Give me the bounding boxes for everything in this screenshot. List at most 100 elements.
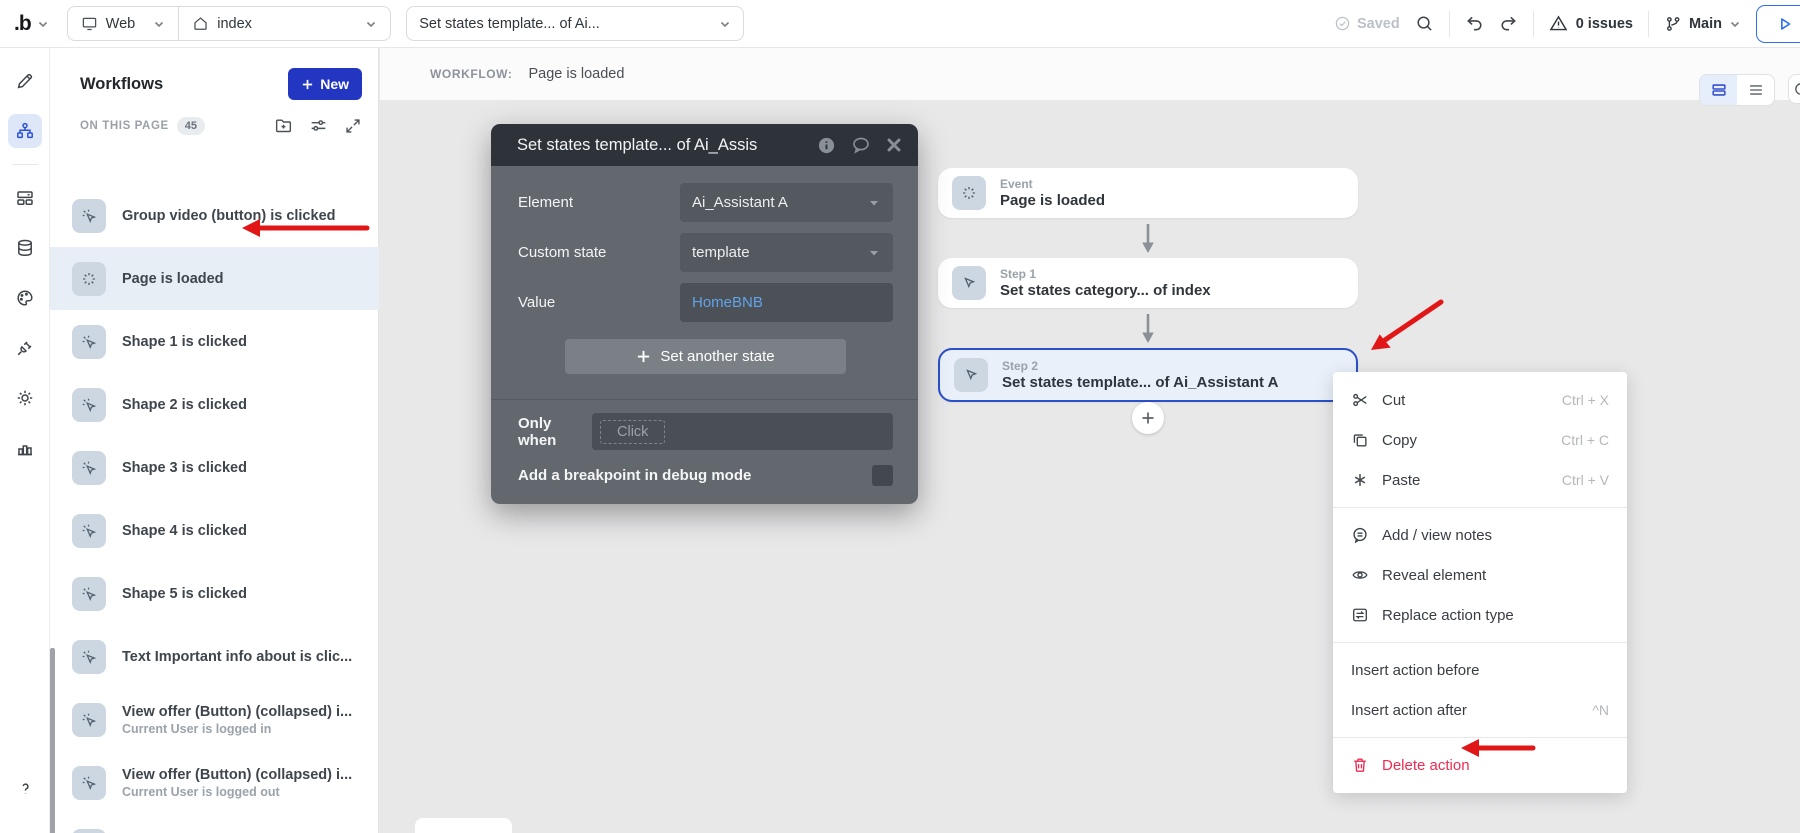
workflow-selector-label: Set states template... of Ai... bbox=[419, 16, 600, 32]
menu-item-copy[interactable]: Copy Ctrl + C bbox=[1333, 420, 1627, 460]
workflow-header-value: Page is loaded bbox=[529, 66, 625, 82]
comment-icon[interactable] bbox=[851, 135, 871, 155]
menu-item-insert-action-after[interactable]: Insert action after ^N bbox=[1333, 690, 1627, 730]
workflow-list-item-selected[interactable]: Page is loaded bbox=[50, 247, 379, 310]
workflow-selector[interactable]: Set states template... of Ai... bbox=[406, 6, 744, 41]
menu-item-reveal-element[interactable]: Reveal element bbox=[1333, 555, 1627, 595]
design-tab[interactable] bbox=[8, 64, 42, 98]
canvas-header: WORKFLOW: Page is loaded bbox=[380, 48, 1800, 100]
logs-tab[interactable] bbox=[8, 431, 42, 465]
workflow-list-item[interactable]: Shape 2 is clicked bbox=[50, 373, 379, 436]
cursor-click-icon bbox=[72, 325, 106, 359]
workflow-list-item[interactable]: View offer (Button) is clicked bbox=[50, 814, 379, 833]
step2-card-selected[interactable]: Step 2 Set states template... of Ai_Assi… bbox=[938, 348, 1358, 402]
workflow-list-item[interactable]: Shape 1 is clicked bbox=[50, 310, 379, 373]
toolbar-divider bbox=[1449, 11, 1450, 37]
menu-item-cut[interactable]: Cut Ctrl + X bbox=[1333, 380, 1627, 420]
filter-sliders-icon[interactable] bbox=[309, 116, 328, 135]
device-selector[interactable]: Web bbox=[68, 7, 179, 40]
menu-divider bbox=[1333, 737, 1627, 738]
element-dropdown-value: Ai_Assistant A bbox=[692, 194, 788, 211]
new-folder-icon[interactable] bbox=[274, 116, 293, 135]
only-when-input[interactable]: Click bbox=[592, 413, 893, 450]
workflow-header-label: WORKFLOW: bbox=[430, 67, 513, 81]
canvas-view-button[interactable] bbox=[1700, 75, 1737, 105]
only-when-placeholder-chip: Click bbox=[600, 420, 665, 444]
workflow-list-item[interactable]: Shape 4 is clicked bbox=[50, 499, 379, 562]
device-label: Web bbox=[106, 16, 136, 32]
custom-state-dropdown[interactable]: template bbox=[680, 233, 893, 272]
expand-panel-icon[interactable] bbox=[344, 117, 362, 135]
bubble-logo: .b bbox=[14, 12, 31, 36]
settings-tab[interactable] bbox=[8, 381, 42, 415]
database-icon bbox=[15, 238, 35, 258]
workflow-item-label: View offer (Button) (collapsed) i... bbox=[122, 704, 352, 720]
chevron-down-icon bbox=[867, 196, 881, 210]
page-selector[interactable]: index bbox=[178, 7, 390, 40]
shortcut-label: Ctrl + V bbox=[1562, 472, 1609, 488]
canvas-zoom-control[interactable] bbox=[415, 818, 512, 833]
left-icon-rail bbox=[0, 48, 50, 833]
value-field-label: Value bbox=[518, 294, 680, 311]
custom-state-dropdown-value: template bbox=[692, 244, 750, 261]
issues-count-label: 0 issues bbox=[1576, 16, 1633, 32]
list-view-button[interactable] bbox=[1737, 75, 1774, 105]
cursor-click-icon bbox=[72, 451, 106, 485]
set-another-state-button[interactable]: Set another state bbox=[565, 339, 846, 374]
new-workflow-button[interactable]: New bbox=[288, 68, 362, 100]
components-icon bbox=[15, 188, 35, 208]
chevron-down-icon bbox=[1729, 18, 1741, 30]
workflow-list-item[interactable]: Text Important info about is clic... bbox=[50, 625, 379, 688]
workflow-item-label: Group video (button) is clicked bbox=[122, 208, 336, 224]
search-icon[interactable] bbox=[1415, 14, 1434, 33]
workflows-panel: Workflows New ON THIS PAGE 45 bbox=[50, 48, 379, 833]
menu-item-delete-action[interactable]: Delete action bbox=[1333, 745, 1627, 785]
workflow-list-item[interactable]: View offer (Button) (collapsed) i... Cur… bbox=[50, 688, 379, 751]
styles-tab[interactable] bbox=[8, 281, 42, 315]
toolbar-divider bbox=[1648, 11, 1649, 37]
workflow-list-item[interactable]: Group video (button) is clicked bbox=[50, 184, 379, 247]
menu-item-replace-action-type[interactable]: Replace action type bbox=[1333, 595, 1627, 635]
redo-icon[interactable] bbox=[1499, 14, 1518, 33]
element-dropdown[interactable]: Ai_Assistant A bbox=[680, 183, 893, 222]
plugins-tab[interactable] bbox=[8, 331, 42, 365]
event-card[interactable]: Event Page is loaded bbox=[938, 168, 1358, 218]
history-button-partial[interactable] bbox=[1788, 74, 1800, 104]
workflow-tab[interactable] bbox=[8, 114, 42, 148]
warning-triangle-icon bbox=[1549, 14, 1568, 33]
workflow-item-label: View offer (Button) (collapsed) i... bbox=[122, 767, 352, 783]
reusables-tab[interactable] bbox=[8, 181, 42, 215]
workflow-list-item[interactable]: Shape 5 is clicked bbox=[50, 562, 379, 625]
undo-icon[interactable] bbox=[1465, 14, 1484, 33]
chevron-down-icon bbox=[153, 18, 165, 30]
workflow-list-item[interactable]: Shape 3 is clicked bbox=[50, 436, 379, 499]
dialog-header[interactable]: Set states template... of Ai_Assis bbox=[491, 124, 918, 166]
preview-run-button[interactable] bbox=[1756, 5, 1800, 43]
cursor-icon bbox=[952, 266, 986, 300]
step1-card[interactable]: Step 1 Set states category... of index bbox=[938, 258, 1358, 308]
workflow-list-item[interactable]: View offer (Button) (collapsed) i... Cur… bbox=[50, 751, 379, 814]
scissors-icon bbox=[1351, 391, 1369, 409]
add-action-button[interactable] bbox=[1132, 402, 1164, 434]
stacked-cards-icon bbox=[1710, 81, 1728, 99]
branch-selector[interactable]: Main bbox=[1664, 15, 1741, 33]
close-icon[interactable] bbox=[886, 137, 902, 153]
toolbar-divider bbox=[1533, 11, 1534, 37]
menu-divider bbox=[1333, 642, 1627, 643]
plus-icon bbox=[636, 349, 651, 364]
panel-scrollbar-thumb[interactable] bbox=[50, 648, 55, 833]
info-icon[interactable] bbox=[817, 136, 836, 155]
issues-indicator[interactable]: 0 issues bbox=[1549, 14, 1633, 33]
monitor-icon bbox=[81, 15, 98, 32]
menu-item-insert-action-before[interactable]: Insert action before bbox=[1333, 650, 1627, 690]
cursor-click-icon bbox=[72, 703, 106, 737]
trash-icon bbox=[1351, 756, 1369, 774]
help-button[interactable] bbox=[8, 771, 42, 805]
data-tab[interactable] bbox=[8, 231, 42, 265]
menu-item-paste[interactable]: Paste Ctrl + V bbox=[1333, 460, 1627, 500]
breakpoint-checkbox[interactable] bbox=[872, 465, 893, 486]
menu-item-add-view-notes[interactable]: Add / view notes bbox=[1333, 515, 1627, 555]
value-expression-input[interactable]: HomeBNB bbox=[680, 283, 893, 322]
bubble-logo-menu[interactable]: .b bbox=[0, 12, 61, 36]
card-kind-label: Event bbox=[1000, 177, 1105, 191]
